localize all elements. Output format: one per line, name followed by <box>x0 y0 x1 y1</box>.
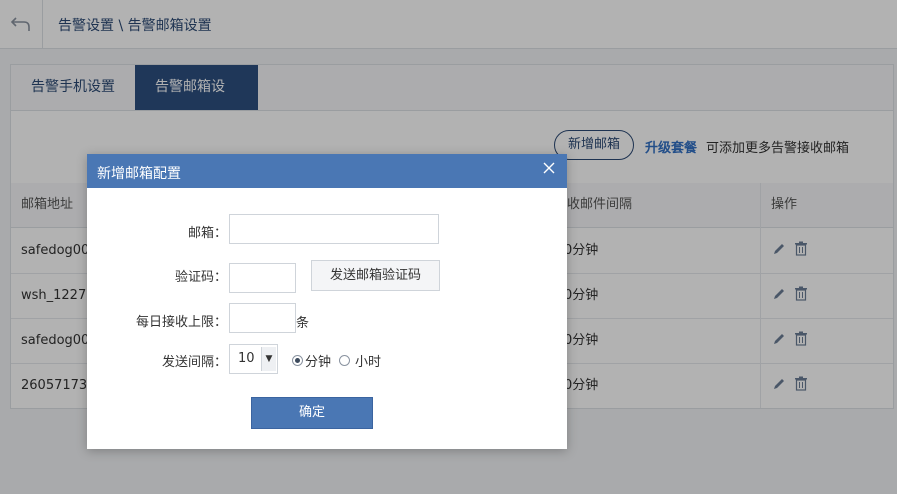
dialog-header: 新增邮箱配置 <box>87 154 567 188</box>
daily-limit-label: 每日接收上限： <box>135 315 227 330</box>
daily-limit-unit: 条 <box>296 316 310 331</box>
radio-minute[interactable] <box>292 355 303 366</box>
email-field[interactable] <box>229 214 439 244</box>
interval-unit-radios: 分钟 小时 <box>292 351 389 370</box>
close-icon[interactable] <box>539 159 559 179</box>
send-code-button[interactable]: 发送邮箱验证码 <box>311 260 440 291</box>
add-email-dialog: 新增邮箱配置 邮箱： 验证码： 发送邮箱验证码 每日接收上限： 条 发送间隔： … <box>87 154 567 449</box>
interval-select[interactable]: 10 ▼ <box>229 344 278 374</box>
radio-hour[interactable] <box>339 355 351 366</box>
email-label: 邮箱： <box>187 226 227 241</box>
daily-limit-field[interactable] <box>229 303 296 333</box>
interval-select-value: 10 <box>238 351 255 366</box>
interval-label: 发送间隔： <box>161 355 227 370</box>
confirm-button[interactable]: 确定 <box>251 397 373 429</box>
chevron-down-icon[interactable]: ▼ <box>261 347 276 371</box>
radio-minute-label[interactable]: 分钟 <box>305 351 331 370</box>
radio-hour-label[interactable]: 小时 <box>355 351 381 370</box>
code-label: 验证码： <box>174 270 227 285</box>
dialog-title: 新增邮箱配置 <box>97 166 181 182</box>
code-field[interactable] <box>229 263 296 293</box>
